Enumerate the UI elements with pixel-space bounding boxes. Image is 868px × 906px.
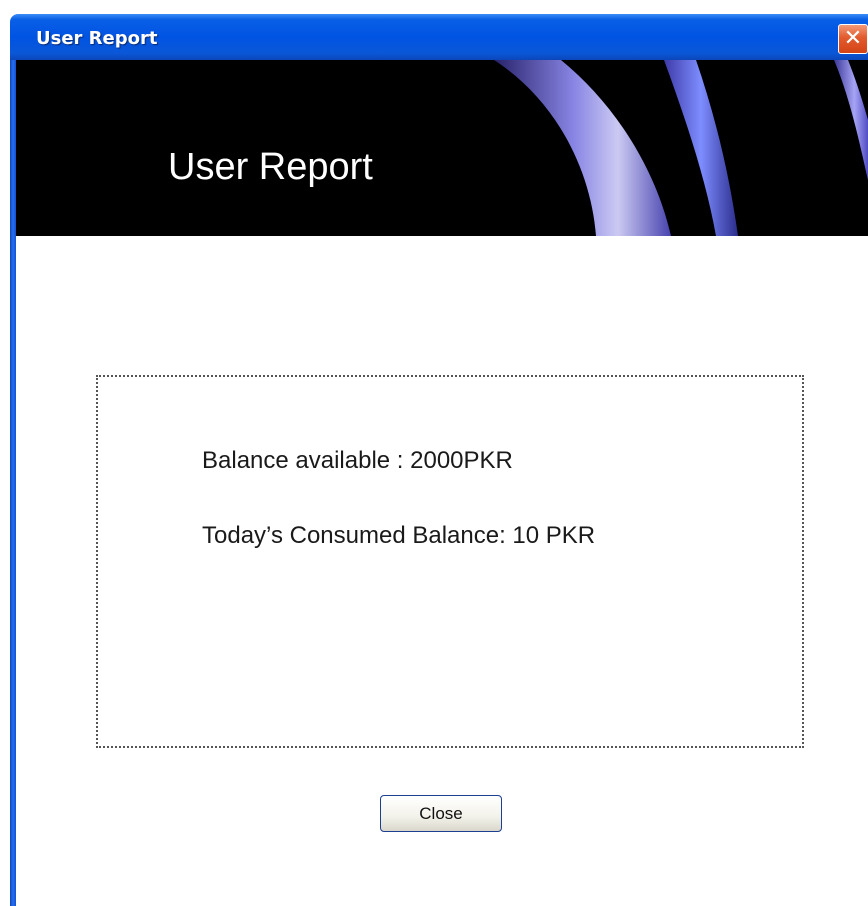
header-banner: User Report [16,60,868,236]
consumed-balance-text: Today’s Consumed Balance: 10 PKR [202,522,596,549]
banner-heading: User Report [168,146,373,188]
banner-swoosh-graphic [494,60,868,236]
window-title: User Report [36,28,158,49]
balance-available-text: Balance available : 2000PKR [202,447,513,474]
balance-info-panel: Balance available : 2000PKR Today’s Cons… [96,375,804,748]
desktop-background [0,0,868,14]
window-titlebar[interactable]: User Report [10,14,868,60]
user-report-window: User Report ✕ User Report Balance availa… [0,0,868,906]
window-close-button[interactable]: ✕ [838,24,868,54]
close-icon: ✕ [843,26,863,51]
close-button[interactable]: Close [380,795,502,832]
